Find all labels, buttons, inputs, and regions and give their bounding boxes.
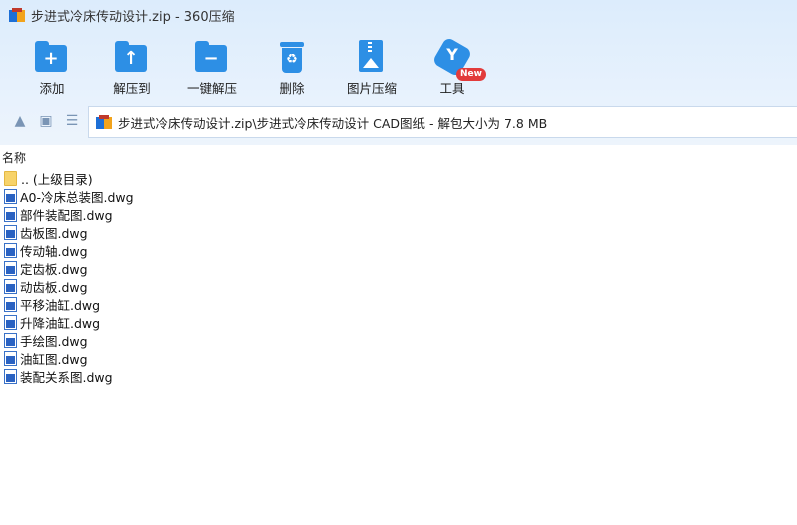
list-item[interactable]: 手绘图.dwg xyxy=(0,331,797,349)
file-list: .. (上级目录) A0-冷床总装图.dwg 部件装配图.dwg 齿板图.dwg… xyxy=(0,169,797,385)
tools-button[interactable]: Y 工具 xyxy=(412,36,492,97)
window-title: 步进式冷床传动设计.zip - 360压缩 xyxy=(31,9,235,25)
file-name: 平移油缸.dwg xyxy=(20,297,101,313)
address-path: 步进式冷床传动设计.zip\步进式冷床传动设计 CAD图纸 - 解包大小为 7.… xyxy=(118,115,548,131)
dwg-file-icon xyxy=(4,242,17,258)
list-item[interactable]: 部件装配图.dwg xyxy=(0,205,797,223)
list-item[interactable]: A0-冷床总装图.dwg xyxy=(0,187,797,205)
dwg-file-icon xyxy=(4,296,17,312)
add-button[interactable]: + 添加 xyxy=(12,36,92,97)
file-name: .. (上级目录) xyxy=(21,171,93,187)
dwg-file-icon xyxy=(4,350,17,366)
new-badge: New xyxy=(456,68,486,81)
list-view-icon[interactable]: ☰ xyxy=(64,113,80,129)
up-arrow-icon[interactable]: ▲ xyxy=(12,113,28,129)
folder-icon xyxy=(4,170,17,186)
column-header-name[interactable]: 名称 xyxy=(0,148,797,166)
add-label: 添加 xyxy=(39,81,65,96)
file-name: 升降油缸.dwg xyxy=(20,315,101,331)
trash-icon: ♻ xyxy=(275,40,309,74)
add-folder-icon: + xyxy=(35,40,69,74)
list-item[interactable]: 传动轴.dwg xyxy=(0,241,797,259)
file-name: 部件装配图.dwg xyxy=(20,207,113,223)
one-click-extract-label: 一键解压 xyxy=(186,81,237,96)
archive-icon xyxy=(96,115,112,129)
image-compress-button[interactable]: 图片压缩 xyxy=(332,36,412,97)
list-item[interactable]: 平移油缸.dwg xyxy=(0,295,797,313)
dwg-file-icon xyxy=(4,224,17,240)
list-item[interactable]: 升降油缸.dwg xyxy=(0,313,797,331)
file-name: 手绘图.dwg xyxy=(20,333,88,349)
column-header-label: 名称 xyxy=(2,151,27,165)
list-item[interactable]: .. (上级目录) xyxy=(0,169,797,187)
file-name: A0-冷床总装图.dwg xyxy=(20,189,134,205)
file-name: 齿板图.dwg xyxy=(20,225,88,241)
dwg-file-icon xyxy=(4,278,17,294)
one-click-extract-icon: − xyxy=(195,40,229,74)
extract-to-button[interactable]: ↑ 解压到 xyxy=(92,36,172,97)
thumbnail-view-icon[interactable]: ▣ xyxy=(38,113,54,129)
address-bar[interactable]: 步进式冷床传动设计.zip\步进式冷床传动设计 CAD图纸 - 解包大小为 7.… xyxy=(88,106,797,138)
list-item[interactable]: 齿板图.dwg xyxy=(0,223,797,241)
toolbar: + 添加 ↑ 解压到 − 一键解压 ♻ 删除 图片压缩 Y 工具 New xyxy=(0,36,797,98)
list-item[interactable]: 油缸图.dwg xyxy=(0,349,797,367)
extract-to-icon: ↑ xyxy=(115,40,149,74)
delete-button[interactable]: ♻ 删除 xyxy=(252,36,332,97)
archive-icon xyxy=(9,8,25,22)
title-bar: 步进式冷床传动设计.zip - 360压缩 xyxy=(0,0,797,30)
list-item[interactable]: 定齿板.dwg xyxy=(0,259,797,277)
file-name: 传动轴.dwg xyxy=(20,243,88,259)
file-name: 装配关系图.dwg xyxy=(20,369,113,385)
one-click-extract-button[interactable]: − 一键解压 xyxy=(172,36,252,97)
image-compress-label: 图片压缩 xyxy=(346,81,397,96)
address-row: ▲ ▣ ☰ 步进式冷床传动设计.zip\步进式冷床传动设计 CAD图纸 - 解包… xyxy=(0,104,797,138)
file-name: 动齿板.dwg xyxy=(20,279,88,295)
file-name: 定齿板.dwg xyxy=(20,261,88,277)
list-item[interactable]: 装配关系图.dwg xyxy=(0,367,797,385)
dwg-file-icon xyxy=(4,260,17,276)
dwg-file-icon xyxy=(4,368,17,384)
dwg-file-icon xyxy=(4,332,17,348)
extract-to-label: 解压到 xyxy=(113,81,151,96)
file-name: 油缸图.dwg xyxy=(20,351,88,367)
image-compress-icon xyxy=(355,40,389,74)
delete-label: 删除 xyxy=(279,81,305,96)
dwg-file-icon xyxy=(4,314,17,330)
list-item[interactable]: 动齿板.dwg xyxy=(0,277,797,295)
dwg-file-icon xyxy=(4,188,17,204)
dwg-file-icon xyxy=(4,206,17,222)
